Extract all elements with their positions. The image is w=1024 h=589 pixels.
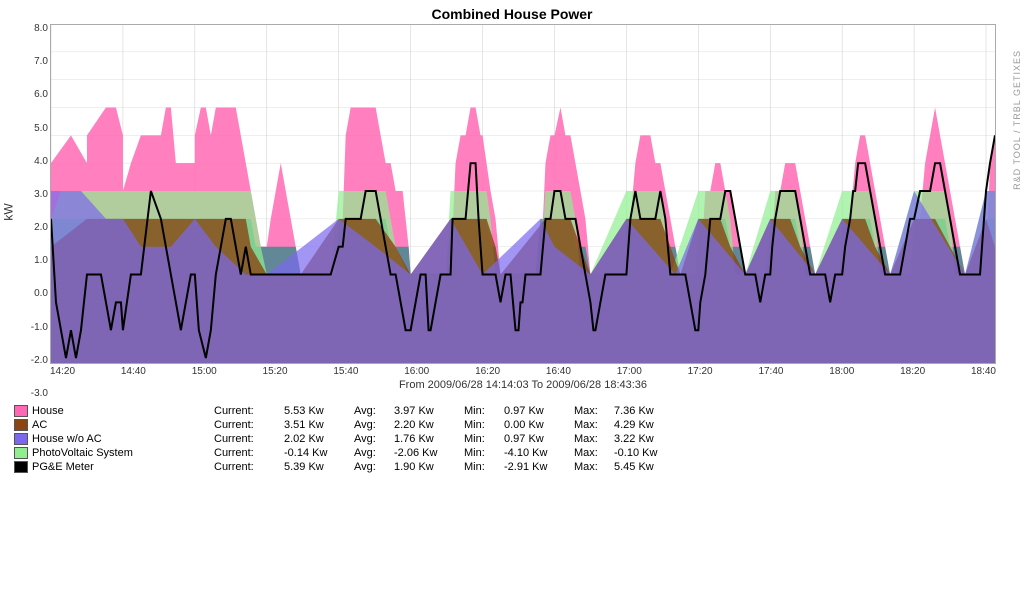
pv-current-val: -0.14 Kw	[284, 447, 354, 459]
x-label-1500: 15:00	[192, 366, 217, 377]
pv-max-val: -0.10 Kw	[614, 447, 684, 459]
x-label-1740: 17:40	[758, 366, 783, 377]
housewoac-min-val: 0.97 Kw	[504, 433, 574, 445]
ac-max-val: 4.29 Kw	[614, 419, 684, 431]
x-label-1800: 18:00	[829, 366, 854, 377]
y-label-n3: -3.0	[31, 389, 48, 399]
legend-item-meter: PG&E Meter	[14, 461, 214, 473]
ac-current-val: 3.51 Kw	[284, 419, 354, 431]
y-label-0: 0.0	[34, 289, 48, 299]
meter-min-val: -2.91 Kw	[504, 461, 574, 473]
legend: House Current: 5.53 Kw Avg: 3.97 Kw Min:…	[14, 405, 1014, 473]
y-label-8: 8.0	[34, 24, 48, 34]
sidebar-text: R&D TOOL / TRBL GETIXES	[1012, 50, 1022, 190]
house-current-val: 5.53 Kw	[284, 405, 354, 417]
chart-title: Combined House Power	[0, 0, 1024, 22]
y-label-4: 4.0	[34, 157, 48, 167]
pv-current-label: Current:	[214, 447, 284, 459]
housewoac-current-label: Current:	[214, 433, 284, 445]
date-range-label: From 2009/06/28 14:14:03 To 2009/06/28 1…	[50, 379, 996, 391]
housewoac-label: House w/o AC	[32, 433, 102, 445]
meter-max-val: 5.45 Kw	[614, 461, 684, 473]
ac-min-label: Min:	[464, 419, 504, 431]
legend-item-pv: PhotoVoltaic System	[14, 447, 214, 459]
meter-current-val: 5.39 Kw	[284, 461, 354, 473]
legend-row-housewoac: House w/o AC Current: 2.02 Kw Avg: 1.76 …	[14, 433, 1014, 445]
housewoac-max-label: Max:	[574, 433, 614, 445]
meter-avg-label: Avg:	[354, 461, 394, 473]
ac-label: AC	[32, 419, 47, 431]
x-label-1420: 14:20	[50, 366, 75, 377]
pv-avg-label: Avg:	[354, 447, 394, 459]
house-max-label: Max:	[574, 405, 614, 417]
legend-item-ac: AC	[14, 419, 214, 431]
y-label-5: 5.0	[34, 124, 48, 134]
chart-svg	[50, 24, 996, 364]
housewoac-current-val: 2.02 Kw	[284, 433, 354, 445]
house-color	[14, 405, 28, 417]
ac-avg-val: 2.20 Kw	[394, 419, 464, 431]
house-min-val: 0.97 Kw	[504, 405, 574, 417]
housewoac-max-val: 3.22 Kw	[614, 433, 684, 445]
house-label: House	[32, 405, 64, 417]
housewoac-min-label: Min:	[464, 433, 504, 445]
pv-max-label: Max:	[574, 447, 614, 459]
y-axis-title: kW	[2, 203, 16, 220]
meter-avg-val: 1.90 Kw	[394, 461, 464, 473]
meter-current-label: Current:	[214, 461, 284, 473]
x-label-1640: 16:40	[546, 366, 571, 377]
house-max-val: 7.36 Kw	[614, 405, 684, 417]
x-label-1840: 18:40	[971, 366, 996, 377]
pv-avg-val: -2.06 Kw	[394, 447, 464, 459]
x-label-1820: 18:20	[900, 366, 925, 377]
meter-min-label: Min:	[464, 461, 504, 473]
y-label-6: 6.0	[34, 90, 48, 100]
y-label-2: 2.0	[34, 223, 48, 233]
x-axis: 14:20 14:40 15:00 15:20 15:40 16:00 16:2…	[50, 366, 996, 377]
ac-avg-label: Avg:	[354, 419, 394, 431]
house-current-label: Current:	[214, 405, 284, 417]
legend-item-housewoac: House w/o AC	[14, 433, 214, 445]
meter-color	[14, 461, 28, 473]
chart-container: Combined House Power 8.0 7.0 6.0 5.0 4.0…	[0, 0, 1024, 589]
x-label-1620: 16:20	[475, 366, 500, 377]
ac-max-label: Max:	[574, 419, 614, 431]
ac-color	[14, 419, 28, 431]
legend-row-house: House Current: 5.53 Kw Avg: 3.97 Kw Min:…	[14, 405, 1014, 417]
house-avg-val: 3.97 Kw	[394, 405, 464, 417]
pv-min-val: -4.10 Kw	[504, 447, 574, 459]
pv-label: PhotoVoltaic System	[32, 447, 133, 459]
y-label-7: 7.0	[34, 57, 48, 67]
x-label-1540: 15:40	[333, 366, 358, 377]
chart-area: 8.0 7.0 6.0 5.0 4.0 3.0 2.0 1.0 0.0 -1.0…	[50, 24, 996, 399]
meter-max-label: Max:	[574, 461, 614, 473]
housewoac-color	[14, 433, 28, 445]
legend-row-meter: PG&E Meter Current: 5.39 Kw Avg: 1.90 Kw…	[14, 461, 1014, 473]
meter-label: PG&E Meter	[32, 461, 94, 473]
y-label-1: 1.0	[34, 256, 48, 266]
legend-item-house: House	[14, 405, 214, 417]
x-label-1440: 14:40	[121, 366, 146, 377]
x-label-1520: 15:20	[263, 366, 288, 377]
x-label-1700: 17:00	[617, 366, 642, 377]
house-min-label: Min:	[464, 405, 504, 417]
pv-min-label: Min:	[464, 447, 504, 459]
legend-row-pv: PhotoVoltaic System Current: -0.14 Kw Av…	[14, 447, 1014, 459]
ac-current-label: Current:	[214, 419, 284, 431]
housewoac-avg-val: 1.76 Kw	[394, 433, 464, 445]
y-label-n1: -1.0	[31, 323, 48, 333]
x-label-1720: 17:20	[688, 366, 713, 377]
x-label-1600: 16:00	[404, 366, 429, 377]
y-label-3: 3.0	[34, 190, 48, 200]
y-label-n2: -2.0	[31, 356, 48, 366]
pv-color	[14, 447, 28, 459]
house-avg-label: Avg:	[354, 405, 394, 417]
legend-row-ac: AC Current: 3.51 Kw Avg: 2.20 Kw Min: 0.…	[14, 419, 1014, 431]
ac-min-val: 0.00 Kw	[504, 419, 574, 431]
housewoac-avg-label: Avg:	[354, 433, 394, 445]
